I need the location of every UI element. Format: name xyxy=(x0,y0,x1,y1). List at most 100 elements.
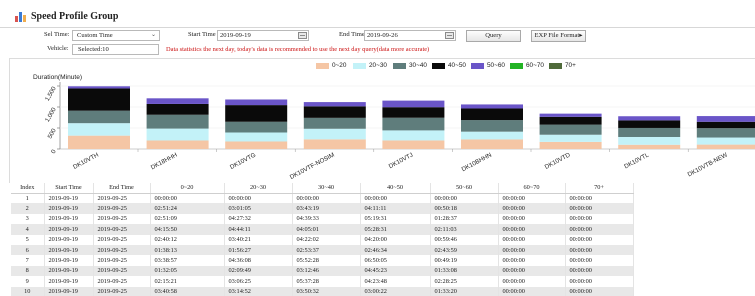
table-row[interactable]: 8 2019-09-19 2019-09-25 01:32:05 02:09:49 03:… xyxy=(11,265,634,277)
bar-segment xyxy=(696,128,755,138)
table-row[interactable]: 9 2019-09-19 2019-09-25 02:15:21 03:06:25 05:… xyxy=(11,276,634,287)
table-cell: 03:40:58 xyxy=(150,286,225,296)
table-cell: 00:00:00 xyxy=(565,234,634,245)
bar-segment xyxy=(539,141,602,149)
table-row[interactable]: 10 2019-09-19 2019-09-25 03:40:58 03:14:52 03… xyxy=(11,286,634,296)
column-header[interactable]: 20~30 xyxy=(224,183,293,194)
y-tick-label: 1,500 xyxy=(44,85,58,102)
table-cell: 03:14:52 xyxy=(224,286,293,296)
bar-segment xyxy=(696,137,755,145)
bar-segment xyxy=(303,102,366,107)
column-header[interactable]: Index xyxy=(11,183,45,194)
column-header[interactable]: 0~20 xyxy=(150,183,225,194)
table-cell: 02:43:59 xyxy=(430,244,499,256)
table-cell: 00:00:00 xyxy=(360,193,431,204)
table-cell: 03:06:25 xyxy=(224,276,293,287)
table-cell: 02:09:49 xyxy=(224,265,293,277)
table-cell: 2019-09-19 xyxy=(44,265,94,277)
table-cell: 00:00:00 xyxy=(498,203,566,214)
table-cell: 05:19:31 xyxy=(360,213,431,225)
y-tick-label: 500 xyxy=(47,127,59,140)
table-cell: 2019-09-19 xyxy=(44,276,94,287)
table-cell: 2019-09-25 xyxy=(93,276,151,287)
table-header-row: Index Start Time End Time 0~20 20~30 30~40 40~… xyxy=(11,183,634,194)
table-cell: 00:00:00 xyxy=(498,276,566,287)
table-cell: 2019-09-25 xyxy=(93,286,151,296)
bar-segment xyxy=(618,120,681,128)
bar-segment xyxy=(539,124,602,135)
table-cell: 01:56:27 xyxy=(224,244,293,256)
table-row[interactable]: 5 2019-09-19 2019-09-25 02:40:12 03:40:21 04:… xyxy=(11,234,634,245)
bar-segment xyxy=(303,106,366,118)
table-cell: 03:12:46 xyxy=(292,265,361,277)
table-cell: 01:33:20 xyxy=(430,286,499,296)
table-cell: 2 xyxy=(11,203,45,214)
table-row[interactable]: 2 2019-09-19 2019-09-25 02:51:24 03:01:05 03:… xyxy=(11,203,634,214)
table-cell: 03:38:57 xyxy=(150,255,225,266)
bar-segment xyxy=(539,113,602,117)
table-cell: 2019-09-19 xyxy=(44,193,94,204)
table-cell: 2019-09-25 xyxy=(93,224,151,235)
bar-segment xyxy=(68,123,130,136)
x-tick-label: DK10VTH xyxy=(72,152,100,171)
table-row[interactable]: 7 2019-09-19 2019-09-25 03:38:57 04:36:08 05:… xyxy=(11,255,634,266)
table-cell: 04:20:00 xyxy=(360,234,431,245)
table-cell: 00:00:00 xyxy=(498,213,566,225)
y-tick-label: 1,000 xyxy=(44,106,58,123)
y-tick-label: 0 xyxy=(50,148,58,155)
table-cell: 6 xyxy=(11,244,45,256)
table-cell: 02:46:34 xyxy=(360,244,431,256)
column-header[interactable]: 70+ xyxy=(565,183,634,194)
bar-segment xyxy=(618,144,681,149)
table-cell: 01:28:37 xyxy=(430,213,499,225)
table-cell: 04:39:33 xyxy=(292,213,361,225)
table-cell: 01:32:05 xyxy=(150,265,225,277)
bar-segment xyxy=(618,127,681,137)
column-header[interactable]: Start Time xyxy=(44,183,94,194)
table-row[interactable]: 4 2019-09-19 2019-09-25 04:15:50 04:44:11 04:… xyxy=(11,224,634,235)
bar-segment xyxy=(146,103,209,115)
table-cell: 04:27:32 xyxy=(224,213,293,225)
table-cell: 05:37:28 xyxy=(292,276,361,287)
table-cell: 1 xyxy=(11,193,45,204)
table-cell: 2019-09-25 xyxy=(93,213,151,225)
table-cell: 00:00:00 xyxy=(292,193,361,204)
table-cell: 00:59:46 xyxy=(430,234,499,245)
table-row[interactable]: 1 2019-09-19 2019-09-25 00:00:00 00:00:00 00:… xyxy=(11,193,634,204)
table-cell: 04:05:01 xyxy=(292,224,361,235)
table-cell: 03:01:05 xyxy=(224,203,293,214)
table-cell: 00:00:00 xyxy=(498,244,566,256)
table-cell: 02:51:24 xyxy=(150,203,225,214)
x-tick-label: DK10VTJ xyxy=(388,152,415,171)
bar-segment xyxy=(539,134,602,142)
table-cell: 2019-09-25 xyxy=(93,265,151,277)
table-cell: 00:00:00 xyxy=(430,193,499,204)
bar-segment xyxy=(146,98,209,104)
table-row[interactable]: 3 2019-09-19 2019-09-25 02:51:09 04:27:32 04:… xyxy=(11,213,634,225)
table-cell: 2019-09-19 xyxy=(44,286,94,296)
bar-segment xyxy=(303,139,366,149)
table-row[interactable]: 6 2019-09-19 2019-09-25 01:38:13 01:56:27 02:… xyxy=(11,244,634,256)
x-tick-label: DK10VTD xyxy=(544,151,572,171)
table-cell: 10 xyxy=(11,286,45,296)
column-header[interactable]: 40~50 xyxy=(360,183,431,194)
table-cell: 04:11:11 xyxy=(360,203,431,214)
bar-segment xyxy=(68,86,130,89)
column-header[interactable]: End Time xyxy=(93,183,151,194)
table-cell: 2019-09-19 xyxy=(44,213,94,225)
x-tick-label: DK10BHHN xyxy=(461,152,493,174)
table-cell: 01:38:13 xyxy=(150,244,225,256)
x-tick-label: DK10VTG xyxy=(229,152,257,172)
column-header[interactable]: 60~70 xyxy=(498,183,566,194)
table-cell: 00:00:00 xyxy=(224,193,293,204)
column-header[interactable]: 30~40 xyxy=(292,183,361,194)
column-header[interactable]: 50~60 xyxy=(430,183,499,194)
x-tick-label: DK10VTF-NOSIM xyxy=(289,152,336,181)
table-cell: 00:00:00 xyxy=(565,224,634,235)
table-cell: 03:50:32 xyxy=(292,286,361,296)
table-cell: 2019-09-19 xyxy=(44,234,94,245)
bar-segment xyxy=(696,121,755,129)
table-cell: 00:00:00 xyxy=(565,193,634,204)
bar-segment xyxy=(225,121,288,133)
bar-segment xyxy=(461,139,523,149)
